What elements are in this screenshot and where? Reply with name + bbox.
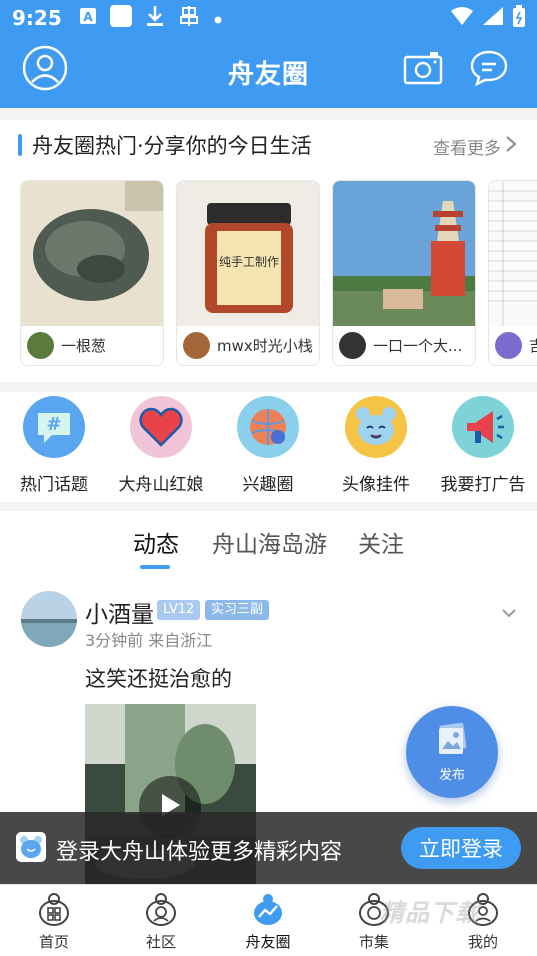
card-meta: mwx时光小栈 xyxy=(183,332,313,359)
hot-card[interactable]: 吉 xyxy=(488,180,537,366)
nav-label: 市集 xyxy=(358,933,389,951)
shortcut-matchmaker[interactable]: 大舟山红娘 xyxy=(106,396,216,495)
download-icon xyxy=(146,5,164,32)
hot-card[interactable]: 一口一个大... xyxy=(332,180,476,366)
section-accent-bar xyxy=(18,134,22,156)
see-more-label: 查看更多 xyxy=(433,139,501,159)
wifi-icon xyxy=(451,6,473,30)
camera-icon xyxy=(403,51,443,89)
nav-label: 我的 xyxy=(467,933,498,951)
nav-home[interactable]: 首页 xyxy=(14,891,94,952)
photo-upload-icon xyxy=(435,722,469,760)
card-image xyxy=(21,181,163,326)
card-author: 吉 xyxy=(529,335,537,356)
hot-title: 舟友圈热门·分享你的今日生活 xyxy=(32,134,312,158)
card-author: mwx时光小栈 xyxy=(217,337,313,355)
tab-following[interactable]: 关注 xyxy=(358,525,404,559)
hashtag-bubble-icon: # xyxy=(23,396,85,458)
hot-header: 舟友圈热门·分享你的今日生活 查看更多 xyxy=(0,120,537,170)
square-notification-icon xyxy=(109,4,132,32)
status-time: 9:25 xyxy=(12,6,62,30)
card-meta: 吉 xyxy=(495,332,537,359)
shortcut-hot-topics[interactable]: # 热门话题 xyxy=(0,396,109,495)
shortcut-avatar-pendant[interactable]: 头像挂件 xyxy=(321,396,431,495)
svg-text:A: A xyxy=(83,10,93,24)
shortcut-label: 大舟山红娘 xyxy=(118,475,204,495)
a-notification-icon: A xyxy=(79,7,96,29)
card-image: 纯手工制作 xyxy=(177,181,319,326)
interest-circle-icon xyxy=(237,396,299,458)
shortcut-label: 兴趣圈 xyxy=(242,475,294,495)
hot-card[interactable]: 纯手工制作 mwx时光小栈 xyxy=(176,180,320,366)
avatar xyxy=(339,332,366,359)
post-text: 这笑还挺治愈的 xyxy=(85,667,232,691)
publish-button[interactable]: 发布 xyxy=(406,706,498,798)
shortcut-advertise[interactable]: 我要打广告 xyxy=(428,396,537,495)
card-author: 一口一个大... xyxy=(373,337,463,355)
card-image xyxy=(333,181,475,326)
nav-community[interactable]: 社区 xyxy=(121,891,201,952)
title-badge: 实习三副 xyxy=(205,600,270,620)
post-username[interactable]: 小酒量 xyxy=(85,595,154,629)
profile-button[interactable] xyxy=(21,45,69,95)
tab-dynamics[interactable]: 动态 xyxy=(133,525,179,559)
profile-icon xyxy=(22,45,68,95)
active-tab-indicator xyxy=(140,565,170,569)
shortcut-label: 我要打广告 xyxy=(440,475,526,495)
nav-label: 社区 xyxy=(145,933,176,951)
card-meta: 一口一个大... xyxy=(339,332,462,359)
page-title: 舟友圈 xyxy=(227,59,309,90)
shortcut-label: 热门话题 xyxy=(20,475,88,495)
message-button[interactable] xyxy=(465,46,513,94)
feed-tabs: 动态 舟山海岛游 关注 xyxy=(0,525,537,571)
shortcut-label: 头像挂件 xyxy=(342,475,410,495)
svg-text:#: # xyxy=(46,414,61,435)
card-meta: 一根葱 xyxy=(27,332,106,359)
heart-icon xyxy=(130,396,192,458)
shortcut-interest-circle[interactable]: 兴趣圈 xyxy=(213,396,323,495)
bug-icon xyxy=(178,5,200,32)
hot-cards: 一根葱 纯手工制作 mwx时光小栈 一口一个大... xyxy=(20,180,537,366)
jar-label: 纯手工制作 xyxy=(219,255,279,269)
friends-circle-icon xyxy=(250,891,286,927)
login-button[interactable]: 立即登录 xyxy=(401,827,521,869)
avatar xyxy=(27,332,54,359)
hot-card[interactable]: 一根葱 xyxy=(20,180,164,366)
avatar xyxy=(495,332,522,359)
home-icon xyxy=(36,891,72,927)
card-author: 一根葱 xyxy=(61,337,107,355)
nav-label: 首页 xyxy=(38,933,69,951)
post-time: 3分钟前 来自浙江 xyxy=(85,631,213,650)
megaphone-icon xyxy=(452,396,514,458)
message-icon xyxy=(469,49,509,91)
camera-button[interactable] xyxy=(399,46,447,94)
chevron-down-icon[interactable] xyxy=(501,603,517,622)
chevron-right-icon xyxy=(505,135,517,158)
app-bar: 舟友圈 xyxy=(0,36,537,108)
see-more-link[interactable]: 查看更多 xyxy=(433,134,517,159)
status-bar: 9:25 A xyxy=(0,0,537,36)
community-icon xyxy=(143,891,179,927)
publish-label: 发布 xyxy=(438,767,465,783)
mascot-face-icon xyxy=(345,396,407,458)
shortcut-row: # 热门话题 大舟山红娘 兴趣圈 头像挂件 我要打广告 xyxy=(0,392,537,502)
hot-section: 舟友圈热门·分享你的今日生活 查看更多 一根葱 纯手工制作 mwx时光小栈 一口… xyxy=(0,120,537,382)
level-badge: LV12 xyxy=(157,600,201,620)
dot-icon xyxy=(214,8,222,29)
nav-friends-circle[interactable]: 舟友圈 xyxy=(228,891,308,952)
card-image xyxy=(489,181,537,326)
avatar xyxy=(183,332,210,359)
login-prompt: 登录大舟山体验更多精彩内容 xyxy=(56,840,343,865)
nav-label: 舟友圈 xyxy=(245,933,291,951)
tab-island-travel[interactable]: 舟山海岛游 xyxy=(212,525,327,559)
app-logo-icon xyxy=(16,832,46,862)
avatar[interactable] xyxy=(21,591,77,647)
login-banner: 登录大舟山体验更多精彩内容 立即登录 xyxy=(0,812,537,884)
battery-icon xyxy=(513,4,525,32)
watermark: 精品下载 xyxy=(380,899,480,927)
signal-icon xyxy=(483,6,503,30)
